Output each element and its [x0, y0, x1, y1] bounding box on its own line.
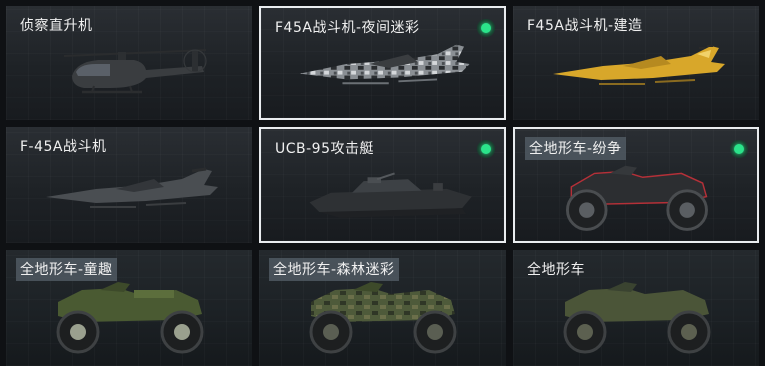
vehicle-card-f45a[interactable]: F-45A战斗机 [6, 127, 252, 243]
vehicle-card-scout-helicopter[interactable]: 侦察直升机 [6, 6, 252, 120]
vehicle-card-f45a-night-camo[interactable]: F45A战斗机-夜间迷彩 [259, 6, 506, 120]
vehicle-card-label: UCB-95攻击艇 [275, 141, 374, 157]
equipped-indicator-icon [477, 19, 495, 37]
vehicle-card-atv-childlike[interactable]: 全地形车-童趣 [6, 250, 252, 366]
vehicle-card-label: F-45A战斗机 [20, 139, 107, 155]
equipped-indicator-icon [477, 140, 495, 158]
vehicle-card-f45a-build[interactable]: F45A战斗机-建造 [513, 6, 759, 120]
vehicle-card-label: 全地形车-森林迷彩 [269, 258, 399, 281]
vehicle-skin-grid: 侦察直升机 F45A战斗机-夜间迷彩 F45A战斗机-建造 F-45A战斗机 U… [0, 0, 765, 366]
vehicle-card-label: F45A战斗机-建造 [527, 18, 643, 34]
vehicle-card-label: 侦察直升机 [20, 18, 93, 34]
vehicle-card-atv[interactable]: 全地形车 [513, 250, 759, 366]
vehicle-card-label: 全地形车-纷争 [525, 137, 626, 160]
equipped-indicator-icon [730, 140, 748, 158]
vehicle-card-ucb95-attack-boat[interactable]: UCB-95攻击艇 [259, 127, 506, 243]
vehicle-card-label: 全地形车-童趣 [16, 258, 117, 281]
vehicle-card-atv-strife[interactable]: 全地形车-纷争 [513, 127, 759, 243]
vehicle-card-label: 全地形车 [527, 262, 585, 278]
vehicle-card-label: F45A战斗机-夜间迷彩 [275, 20, 420, 36]
vehicle-card-atv-forest-camo[interactable]: 全地形车-森林迷彩 [259, 250, 506, 366]
